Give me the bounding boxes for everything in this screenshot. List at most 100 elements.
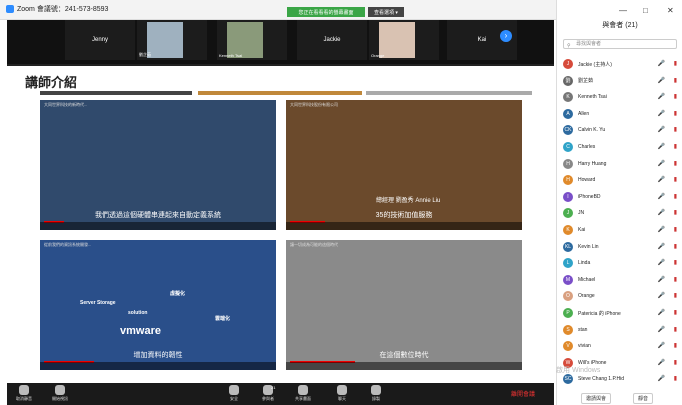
camera-off-icon[interactable]: ▮ — [674, 375, 677, 382]
camera-off-icon[interactable]: ▮ — [674, 342, 677, 349]
mute-all-button[interactable]: 靜音 — [633, 393, 654, 404]
mic-muted-icon[interactable]: 🎤 — [658, 243, 665, 250]
mic-muted-icon[interactable]: 🎤 — [658, 359, 665, 366]
mic-muted-icon[interactable]: 🎤 — [658, 259, 665, 266]
mic-muted-icon[interactable]: 🎤 — [658, 309, 665, 316]
toolbar-button[interactable]: 取消靜音 — [11, 385, 37, 402]
mic-muted-icon[interactable]: 🎤 — [658, 143, 665, 150]
participant-row[interactable]: K Kenneth Tsai 🎤 ▮ — [563, 89, 677, 105]
invite-button[interactable]: 邀請與會 — [581, 393, 612, 404]
mic-muted-icon[interactable]: 🎤 — [658, 126, 665, 133]
camera-off-icon[interactable]: ▮ — [674, 77, 677, 84]
slide-top-bar — [7, 64, 554, 66]
participant-row[interactable]: KL Kevin Lin 🎤 ▮ — [563, 239, 677, 255]
mic-muted-icon[interactable]: 🎤 — [658, 226, 665, 233]
mic-muted-icon[interactable]: 🎤 — [658, 292, 665, 299]
camera-off-icon[interactable]: ▮ — [674, 160, 677, 167]
participant-count-badge: 21 — [271, 385, 276, 390]
camera-off-icon[interactable]: ▮ — [674, 276, 677, 283]
camera-off-icon[interactable]: ▮ — [674, 326, 677, 333]
participant-thumbnail[interactable]: Kenneth Tsai — [217, 20, 287, 60]
diagram-label: 虛擬化 — [170, 291, 186, 297]
maximize-icon[interactable]: □ — [643, 6, 648, 15]
participant-row[interactable]: K Kai 🎤 ▮ — [563, 222, 677, 238]
camera-off-icon[interactable]: ▮ — [674, 209, 677, 216]
participant-thumbnail[interactable]: Jackie — [297, 20, 367, 60]
participant-row[interactable]: Sstan 🎤 ▮ — [563, 322, 677, 338]
mic-muted-icon[interactable]: 🎤 — [658, 276, 665, 283]
view-options-button[interactable]: 查看選項 ▾ — [368, 7, 404, 17]
camera-off-icon[interactable]: ▮ — [674, 259, 677, 266]
participant-row[interactable]: L Linda 🎤 ▮ — [563, 255, 677, 271]
video-controls[interactable] — [286, 362, 522, 370]
next-thumbnail-button[interactable]: › — [500, 30, 512, 42]
camera-off-icon[interactable]: ▮ — [674, 143, 677, 150]
video-controls[interactable] — [40, 362, 276, 370]
video-embed[interactable]: 大同世界科技的新時代... 我們透過這個硬體串連起來自動定義系統 — [40, 100, 276, 230]
participant-thumbnail[interactable]: 劉芷茹 — [137, 20, 207, 60]
participant-row[interactable]: Vvivian 🎤 ▮ — [563, 338, 677, 354]
camera-off-icon[interactable]: ▮ — [674, 292, 677, 299]
mic-muted-icon[interactable]: 🎤 — [658, 193, 665, 200]
participant-name: Kai — [578, 227, 586, 233]
camera-off-icon[interactable]: ▮ — [674, 243, 677, 250]
participant-row[interactable]: J Jackie (主持人) 🎤 ▮ — [563, 56, 677, 72]
participant-row[interactable]: IiPhoneBD 🎤 ▮ — [563, 189, 677, 205]
camera-off-icon[interactable]: ▮ — [674, 60, 677, 67]
camera-off-icon[interactable]: ▮ — [674, 309, 677, 316]
avatar: CK — [563, 125, 573, 136]
mic-muted-icon[interactable]: 🎤 — [658, 77, 665, 84]
participant-row[interactable]: O Orange 🎤 ▮ — [563, 288, 677, 304]
mic-muted-icon[interactable]: 🎤 — [658, 93, 665, 100]
close-icon[interactable]: ✕ — [667, 6, 674, 15]
video-controls[interactable] — [286, 222, 522, 230]
participant-row[interactable]: P Patericia 的 iPhone 🎤 ▮ — [563, 305, 677, 321]
mic-muted-icon[interactable]: 🎤 — [658, 342, 665, 349]
participant-name: Howard — [578, 177, 596, 184]
video-controls[interactable] — [40, 222, 276, 230]
toolbar-label: 開始視訊 — [52, 396, 68, 401]
mic-muted-icon[interactable]: 🎤 — [658, 326, 665, 333]
diagram-label: 雲端化 — [215, 316, 231, 322]
participant-row[interactable]: H Harry Huang 🎤 ▮ — [563, 156, 677, 172]
participant-row[interactable]: J JN 🎤 ▮ — [563, 205, 677, 221]
minimize-icon[interactable]: — — [619, 6, 627, 15]
participant-name: Calvin K. Yu — [578, 127, 606, 134]
participant-thumbnail[interactable]: Orange — [369, 20, 439, 60]
mic-muted-icon[interactable]: 🎤 — [658, 176, 665, 183]
camera-off-icon[interactable]: ▮ — [674, 110, 677, 117]
participant-row[interactable]: 劉劉芷茹 🎤 ▮ — [563, 73, 677, 89]
toolbar-button[interactable]: 開始視訊 — [47, 385, 73, 402]
video-embed[interactable]: 讓一切成為可能的這個時代 在這個數位時代 — [286, 240, 522, 370]
end-meeting-button[interactable]: 離開會議 — [511, 389, 535, 398]
toolbar-button[interactable]: 安全 — [221, 385, 247, 402]
toolbar-button[interactable]: 聊天 — [329, 385, 355, 402]
toolbar-button[interactable]: 參與者 21 — [255, 385, 281, 402]
participant-row[interactable]: A Allen 🎤 ▮ — [563, 106, 677, 122]
video-embed[interactable]: 大同世界科技股份有限公司 總經理 劉盈秀 Annie Liu 35的技術加值服務 — [286, 100, 522, 230]
mic-muted-icon[interactable]: 🎤 — [658, 160, 665, 167]
diagram-label: solution — [128, 310, 148, 316]
mic-muted-icon[interactable]: 🎤 — [658, 375, 665, 382]
mic-muted-icon[interactable]: 🎤 — [658, 110, 665, 117]
video-embed[interactable]: 從前我們的資訊系統開發... Server Storage 虛擬化 雲端化 vmware… — [40, 240, 276, 370]
camera-off-icon[interactable]: ▮ — [674, 359, 677, 366]
camera-off-icon[interactable]: ▮ — [674, 193, 677, 200]
camera-off-icon[interactable]: ▮ — [674, 176, 677, 183]
camera-off-icon[interactable]: ▮ — [674, 226, 677, 233]
avatar: J — [563, 59, 573, 69]
participant-thumbnail[interactable]: Jenny — [65, 20, 135, 60]
toolbar-icon — [229, 385, 239, 395]
mic-muted-icon[interactable]: 🎤 — [658, 60, 665, 67]
participant-row[interactable]: CK Calvin K. Yu 🎤 ▮ — [563, 122, 677, 138]
toolbar-button[interactable]: 錄製 — [363, 385, 389, 402]
toolbar-button[interactable]: 共享畫面 — [290, 385, 316, 402]
camera-off-icon[interactable]: ▮ — [674, 93, 677, 100]
mic-muted-icon[interactable]: 🎤 — [658, 209, 665, 216]
participant-row[interactable]: H Howard 🎤 ▮ — [563, 172, 677, 188]
camera-off-icon[interactable]: ▮ — [674, 126, 677, 133]
participant-row[interactable]: M Michael 🎤 ▮ — [563, 272, 677, 288]
toolbar-label: 參與者 — [262, 396, 274, 401]
participant-search-input[interactable]: ⚲ 尋找與會者 — [563, 39, 677, 49]
participant-row[interactable]: C Charles 🎤 ▮ — [563, 139, 677, 155]
